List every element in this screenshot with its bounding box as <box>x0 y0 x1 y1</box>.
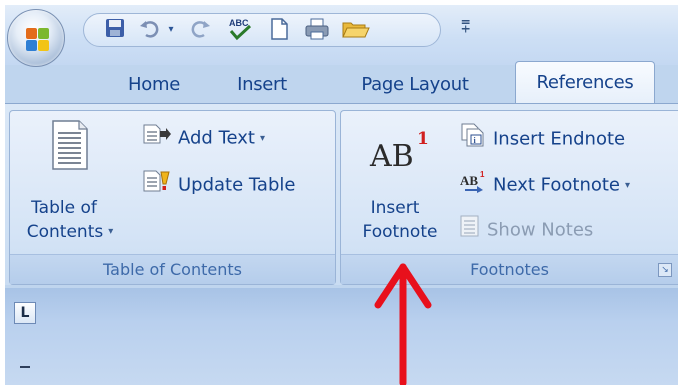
next-footnote-button[interactable]: AB 1 Next Footnote ▾ <box>459 169 630 197</box>
update-table-label: Update Table <box>178 174 296 196</box>
svg-text:1: 1 <box>480 170 485 179</box>
toc-group: Table of Contents ▾ Add Text ▾ Update Tabl… <box>9 110 336 285</box>
print-icon[interactable] <box>302 17 332 43</box>
svg-text:AB: AB <box>460 173 478 188</box>
insert-footnote-icon: AB 1 <box>370 129 429 174</box>
show-notes-button[interactable]: Show Notes <box>459 214 593 242</box>
next-footnote-label: Next Footnote <box>493 174 621 196</box>
toc-label-line2: Contents ▾ <box>26 222 114 242</box>
customize-qat-icon[interactable]: ⩱ <box>461 17 470 37</box>
save-icon[interactable] <box>102 17 128 43</box>
tab-home[interactable]: Home <box>109 67 199 103</box>
dialog-launcher-icon[interactable]: ↘ <box>658 263 672 277</box>
table-of-contents-button[interactable]: Table of Contents ▾ <box>14 115 134 253</box>
toc-group-label: Table of Contents <box>10 254 335 284</box>
next-footnote-icon: AB 1 <box>459 169 487 202</box>
document-area <box>5 288 678 385</box>
tab-page-layout[interactable]: Page Layout <box>345 67 485 103</box>
svg-text:ABC: ABC <box>229 18 249 28</box>
chevron-down-icon: ▾ <box>108 226 114 237</box>
add-text-icon <box>142 123 172 154</box>
spelling-icon[interactable]: ABC <box>224 17 256 43</box>
update-table-button[interactable]: Update Table <box>142 169 295 197</box>
tab-insert[interactable]: Insert <box>217 67 307 103</box>
arrow-shape <box>374 263 432 385</box>
insert-endnote-icon: i <box>459 123 487 156</box>
chevron-down-icon: ▾ <box>259 132 266 144</box>
annotation-arrow-icon <box>374 263 432 385</box>
insert-footnote-label-line1: Insert <box>370 198 420 218</box>
tab-selector-button[interactable]: L <box>14 302 36 324</box>
add-text-button[interactable]: Add Text ▾ <box>142 123 265 151</box>
tab-references[interactable]: References <box>515 61 655 105</box>
undo-icon[interactable] <box>136 17 162 43</box>
open-folder-icon[interactable] <box>340 17 372 43</box>
office-button[interactable] <box>7 9 65 67</box>
redo-icon[interactable] <box>188 17 214 43</box>
show-notes-label: Show Notes <box>487 219 594 241</box>
new-document-icon[interactable] <box>266 17 292 43</box>
insert-footnote-button[interactable]: AB 1 Insert Footnote <box>347 115 451 253</box>
undo-dropdown-icon[interactable]: ▾ <box>164 17 178 43</box>
update-table-icon <box>142 169 172 202</box>
insert-endnote-button[interactable]: i Insert Endnote <box>459 123 625 151</box>
vertical-ruler-marker <box>20 366 30 368</box>
quick-access-toolbar: ▾ ABC <box>83 13 441 47</box>
word-window: ▾ ABC ⩱ Home Insert Page Layout Referenc… <box>5 5 678 385</box>
office-logo-icon <box>25 27 51 53</box>
insert-footnote-label-line2: Footnote <box>362 222 438 242</box>
insert-endnote-label: Insert Endnote <box>493 128 626 150</box>
toc-label-line1: Table of <box>31 198 97 218</box>
show-notes-icon <box>459 214 481 247</box>
table-of-contents-icon <box>51 119 89 175</box>
chevron-down-icon: ▾ <box>625 179 631 191</box>
add-text-label: Add Text <box>178 127 255 149</box>
